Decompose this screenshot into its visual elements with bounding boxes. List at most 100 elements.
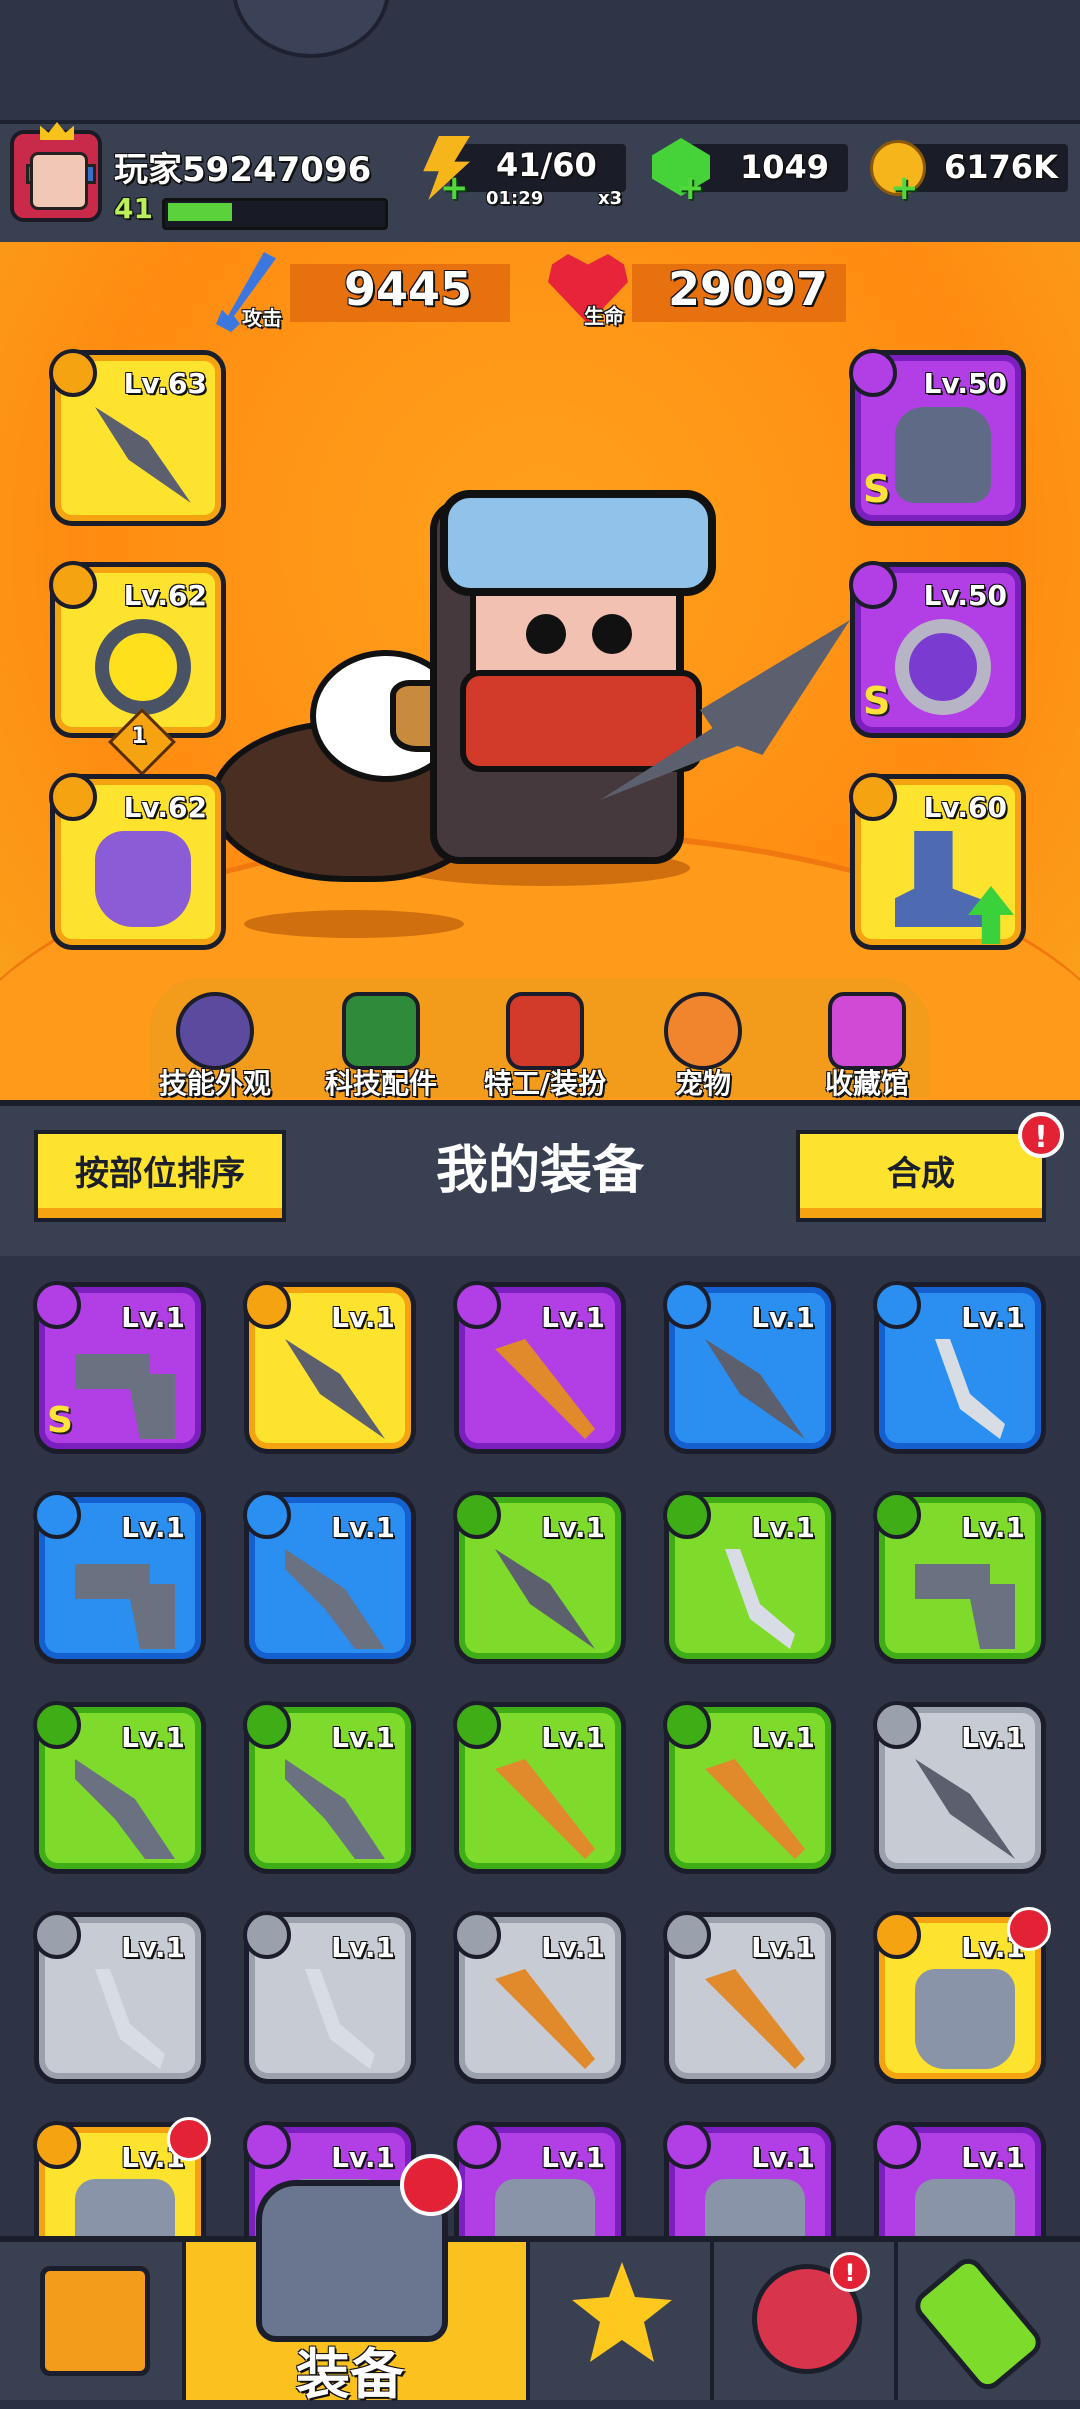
rank-badge: S [863,467,891,511]
merge-button[interactable]: 合成 [796,1130,1046,1222]
attack-label: 攻击 [242,306,282,330]
hero-goggles [440,490,716,596]
weapon-slot-icon [453,1491,501,1539]
weapon-slot-icon [873,1491,921,1539]
belt-icon [895,619,991,715]
slot-belt[interactable]: Lv.50 S [849,561,1026,738]
kunai-icon [95,407,191,503]
slot-level: Lv.60 [923,791,1007,824]
energy-timer: 01:29 [486,188,544,209]
inventory-item[interactable]: Lv.1 [873,1907,1051,2084]
menu-agent-outfit[interactable]: 特工/装扮 [470,992,620,1102]
weapon-slot-icon [243,1491,291,1539]
item-level: Lv.1 [331,1511,395,1544]
equipment-alert-badge [400,2154,462,2216]
slot-glove[interactable]: Lv.62 [49,773,226,950]
hp-value: 29097 [668,262,829,316]
equipment-panel-title: 我的装备 [435,1141,644,1201]
slot-level: Lv.50 [923,367,1007,400]
boots-slot-icon [849,773,897,821]
item-level: Lv.1 [331,1301,395,1334]
rank-badge: S [47,1400,73,1441]
inventory-item[interactable]: Lv.1 [873,1701,1046,1874]
item-level: Lv.1 [751,1511,815,1544]
menu-pet[interactable]: 宠物 [628,992,778,1102]
menu-skill-skin[interactable]: 技能外观 [140,992,290,1102]
item-level: Lv.1 [121,1931,185,1964]
inventory-item[interactable]: Lv.1 [663,1281,836,1454]
inventory-item[interactable]: Lv.1 [33,1491,206,1664]
inventory-item[interactable]: Lv.1 [243,1281,416,1454]
blaster-icon [75,1354,175,1439]
hero-eye [526,614,566,654]
glove-icon [95,831,191,927]
item-level: Lv.1 [541,2141,605,2174]
item-level: Lv.1 [751,1931,815,1964]
sword-icon [725,1549,795,1649]
bat-icon [705,1759,805,1859]
inventory-item[interactable]: Lv.1 S [33,1281,206,1454]
weapon-slot-icon [453,1911,501,1959]
tech-chip-icon [342,992,420,1070]
add-coin-icon[interactable]: + [890,168,919,208]
weapon-slot-icon [453,1701,501,1749]
attack-value: 9445 [344,262,473,316]
inventory-item[interactable]: Lv.1 [243,1911,416,2084]
item-level: Lv.1 [961,1301,1025,1334]
weapon-slot-icon [453,1281,501,1329]
inventory-item[interactable]: Lv.1 [663,1911,836,2084]
inventory-item[interactable]: Lv.1 [33,1911,206,2084]
menu-label: 技能外观 [158,1067,271,1100]
item-level: Lv.1 [121,1721,185,1754]
menu-tech-parts[interactable]: 科技配件 [306,992,456,1102]
necklace-slot-icon [49,561,97,609]
pet-dog-icon [664,992,742,1070]
inventory-item[interactable]: Lv.1 [663,1491,836,1664]
armor-slot-icon [849,349,897,397]
inventory-item[interactable]: Lv.1 [243,1491,416,1664]
item-level: Lv.1 [751,2141,815,2174]
inventory-item[interactable]: Lv.1 [873,1491,1046,1664]
armor-icon [915,1969,1015,2069]
inventory-item[interactable]: Lv.1 [243,1701,416,1874]
player-name[interactable]: 玩家59247096 [114,142,371,191]
bat-icon [495,1339,595,1439]
player-avatar[interactable] [10,130,102,222]
weapon-slot-icon [33,1911,81,1959]
nav-equipment-label: 装备 [296,2343,404,2406]
item-level: Lv.1 [541,1931,605,1964]
skin-ball-icon [176,992,254,1070]
hero-scarf [460,670,702,772]
item-level: Lv.1 [541,1721,605,1754]
xp-bar-fill [168,203,232,221]
inventory-item[interactable]: Lv.1 [453,1281,626,1454]
kunai-icon [495,1549,595,1649]
sort-by-slot-button[interactable]: 按部位排序 [34,1130,286,1222]
add-gem-icon[interactable]: + [676,168,705,208]
hero-eye [592,614,632,654]
item-level: Lv.1 [961,2141,1025,2174]
helmet-armor-icon [895,407,991,503]
weapon-slot-icon [873,1281,921,1329]
energy-value: 41/60 [496,146,597,184]
sword-icon [95,1969,165,2069]
inventory-item[interactable]: Lv.1 [453,1911,626,2084]
slot-weapon[interactable]: Lv.63 [49,349,226,526]
slot-armor[interactable]: Lv.50 S [849,349,1026,526]
inventory-item[interactable]: Lv.1 [453,1491,626,1664]
item-level: Lv.1 [331,1721,395,1754]
menu-collection[interactable]: 收藏馆 [792,992,942,1102]
item-level: Lv.1 [751,1301,815,1334]
armor-slot-icon [33,2121,81,2169]
inventory-item[interactable]: Lv.1 [663,1701,836,1874]
ring-icon [95,619,191,715]
inventory-item[interactable]: Lv.1 [33,1701,206,1874]
add-energy-icon[interactable]: + [440,168,469,208]
inventory-item[interactable]: Lv.1 [873,1281,1046,1454]
inventory-item[interactable]: Lv.1 [453,1701,626,1874]
item-level: Lv.1 [331,1931,395,1964]
sword-icon [935,1339,1005,1439]
collection-chest-icon [828,992,906,1070]
hp-label: 生命 [584,304,624,328]
weapon-slot-icon [243,1911,291,1959]
